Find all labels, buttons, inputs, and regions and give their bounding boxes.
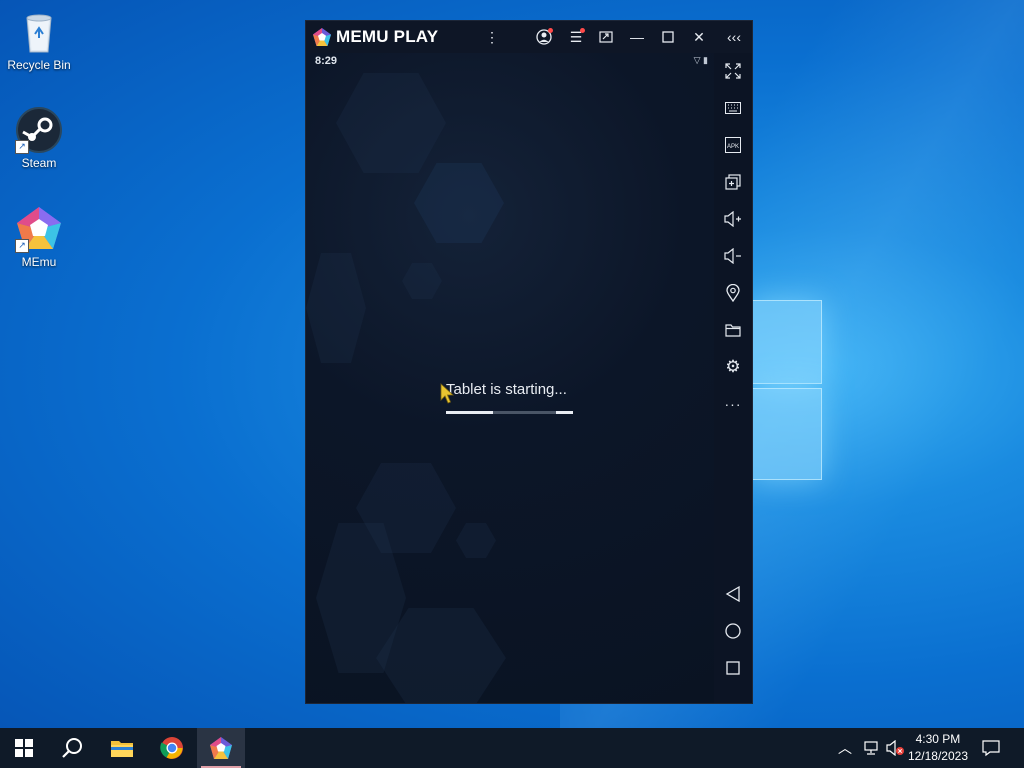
volume-down-icon[interactable] <box>723 246 743 266</box>
search-icon <box>62 738 82 758</box>
file-explorer-icon <box>111 741 133 757</box>
desktop-icon-steam[interactable]: ↗ Steam <box>2 106 76 170</box>
shortcut-arrow-icon: ↗ <box>15 239 29 253</box>
memu-window[interactable]: MEMU PLAY ⋮ ☰ — ✕ ‹‹‹ 8:29 ▽ ▮ Tablet is… <box>305 20 753 704</box>
svg-text:APK: APK <box>727 144 739 150</box>
clock-time: 4:30 PM <box>915 732 961 746</box>
status-bar-icons: ▽ ▮ <box>694 55 708 66</box>
volume-button[interactable] <box>886 728 904 768</box>
show-hidden-icons-button[interactable]: ︿ <box>838 728 852 768</box>
apk-icon[interactable]: APK <box>723 135 743 155</box>
desktop-icon-label: MEmu <box>21 255 57 269</box>
more-vert-icon[interactable]: ⋮ <box>482 27 502 47</box>
memu-sidebar: APK ⚙ ··· <box>714 53 752 703</box>
multi-instance-icon[interactable] <box>723 172 743 192</box>
settings-icon[interactable]: ⚙ <box>723 357 743 377</box>
start-button[interactable] <box>0 728 48 768</box>
close-icon[interactable]: ✕ <box>689 27 709 47</box>
home-icon[interactable] <box>723 621 743 641</box>
more-icon[interactable]: ··· <box>723 394 743 414</box>
minimize-icon[interactable]: — <box>627 27 647 47</box>
memu-icon <box>210 737 232 759</box>
taskbar-file-explorer[interactable] <box>98 728 146 768</box>
taskbar-chrome[interactable] <box>148 728 196 768</box>
loading-status-text: Tablet is starting... <box>446 381 567 398</box>
status-bar-time: 8:29 <box>315 55 338 67</box>
taskbar-memu[interactable] <box>197 728 245 768</box>
recents-icon[interactable] <box>723 658 743 678</box>
wifi-icon: ▽ <box>693 55 701 65</box>
steam-icon: ↗ <box>15 106 63 154</box>
windows-wallpaper-logo <box>752 290 822 480</box>
back-icon[interactable] <box>723 584 743 604</box>
account-icon[interactable] <box>534 27 554 47</box>
taskbar: ︿ 4:30 PM 12/18/2023 <box>0 728 1024 768</box>
background-hexagon <box>402 263 442 299</box>
system-clock[interactable]: 4:30 PM 12/18/2023 <box>908 731 968 765</box>
collapse-sidebar-icon[interactable]: ‹‹‹ <box>724 27 744 47</box>
background-hexagon <box>336 73 446 173</box>
memu-brand-text: MEMU PLAY <box>336 27 439 46</box>
shortcut-arrow-icon: ↗ <box>15 140 29 154</box>
notification-icon <box>982 740 1000 757</box>
fullscreen-icon[interactable] <box>723 61 743 81</box>
desktop-icon-recycle-bin[interactable]: Recycle Bin <box>2 8 76 72</box>
volume-muted-icon <box>886 740 904 756</box>
start-icon <box>15 739 33 757</box>
menu-icon[interactable]: ☰ <box>566 27 586 47</box>
folder-icon[interactable] <box>723 320 743 340</box>
chevron-up-icon: ︿ <box>838 740 852 756</box>
maximize-icon[interactable] <box>658 27 678 47</box>
desktop-icon-memu[interactable]: ↗ MEmu <box>2 205 76 269</box>
memu-logo-icon <box>313 28 331 46</box>
memu-logo: MEMU PLAY <box>312 27 438 47</box>
recycle-bin-icon <box>15 8 63 56</box>
desktop-icon-label: Recycle Bin <box>7 58 71 72</box>
screen-cast-icon[interactable] <box>596 27 616 47</box>
network-status-button[interactable] <box>862 728 880 768</box>
background-hexagon <box>414 163 504 243</box>
chrome-icon <box>160 737 183 759</box>
loading-progress-bar <box>446 411 573 414</box>
network-icon <box>864 741 878 755</box>
loading-progress-fill <box>446 411 493 414</box>
volume-up-icon[interactable] <box>723 209 743 229</box>
action-center-button[interactable] <box>982 728 1000 768</box>
background-hexagon <box>306 253 366 363</box>
android-screen[interactable]: 8:29 ▽ ▮ Tablet is starting... <box>306 53 714 703</box>
battery-icon: ▮ <box>703 55 708 65</box>
search-button[interactable] <box>48 728 96 768</box>
loading-progress-indicator <box>556 411 573 414</box>
memu-titlebar[interactable]: MEMU PLAY ⋮ ☰ — ✕ ‹‹‹ <box>306 21 752 53</box>
clock-date: 12/18/2023 <box>907 749 968 763</box>
memu-app-icon: ↗ <box>15 205 63 253</box>
mouse-cursor-icon <box>440 383 454 404</box>
location-icon[interactable] <box>723 283 743 303</box>
background-hexagon <box>456 523 496 558</box>
keyboard-icon[interactable] <box>723 98 743 118</box>
desktop-icon-label: Steam <box>21 156 57 170</box>
